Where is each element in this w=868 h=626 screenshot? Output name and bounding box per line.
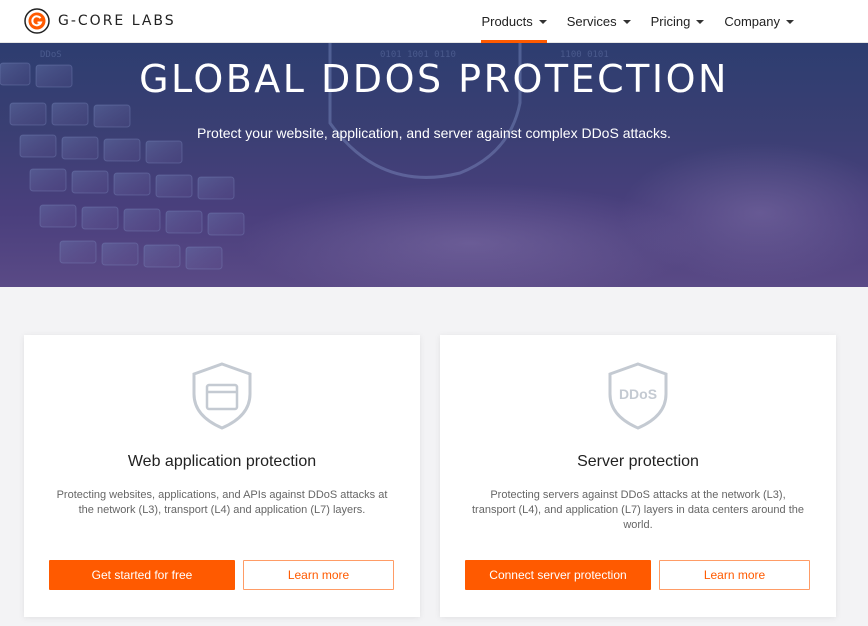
caret-down-icon (622, 19, 631, 24)
nav-label: Products (481, 14, 533, 29)
card-title: Web application protection (127, 453, 317, 470)
nav-item-company[interactable]: Company (714, 0, 804, 43)
nav-label: Company (724, 14, 780, 29)
get-started-button[interactable]: Get started for free (49, 560, 235, 590)
hero-subtitle: Protect your website, application, and s… (197, 125, 671, 141)
card-title: Server protection (577, 453, 699, 470)
hero-banner: 0101 1001 0110 1100 0101 DDoS GLOBAL DDO… (0, 43, 868, 287)
learn-more-button[interactable]: Learn more (243, 560, 394, 590)
nav-item-services[interactable]: Services (557, 0, 641, 43)
shield-browser-icon (192, 362, 252, 430)
shield-ddos-icon: DDoS (608, 362, 668, 430)
learn-more-button[interactable]: Learn more (659, 560, 810, 590)
main-nav: Products Services Pricing Company (471, 0, 804, 43)
nav-item-products[interactable]: Products (471, 0, 556, 43)
hero-title: GLOBAL DDOS PROTECTION (139, 57, 729, 101)
web-app-protection-card: Web application protection Protecting we… (24, 335, 420, 617)
logo[interactable]: G-CORE LABS (24, 8, 176, 34)
nav-label: Pricing (650, 14, 691, 29)
server-protection-card: DDoS Server protection Protecting server… (440, 335, 836, 617)
caret-down-icon (786, 19, 794, 24)
gcore-logo-icon (24, 8, 50, 34)
caret-down-icon (696, 19, 705, 24)
connect-server-protection-button[interactable]: Connect server protection (465, 560, 651, 590)
caret-down-icon (538, 19, 547, 24)
top-header: G-CORE LABS Products Services Pricing Co… (0, 0, 868, 43)
nav-label: Services (566, 14, 617, 29)
logo-text: G-CORE LABS (58, 13, 176, 29)
shield-ddos-label: DDoS (619, 386, 657, 402)
card-description: Protecting servers against DDoS attacks … (471, 489, 805, 531)
nav-item-pricing[interactable]: Pricing (641, 0, 715, 43)
card-description: Protecting websites, applications, and A… (56, 489, 388, 516)
